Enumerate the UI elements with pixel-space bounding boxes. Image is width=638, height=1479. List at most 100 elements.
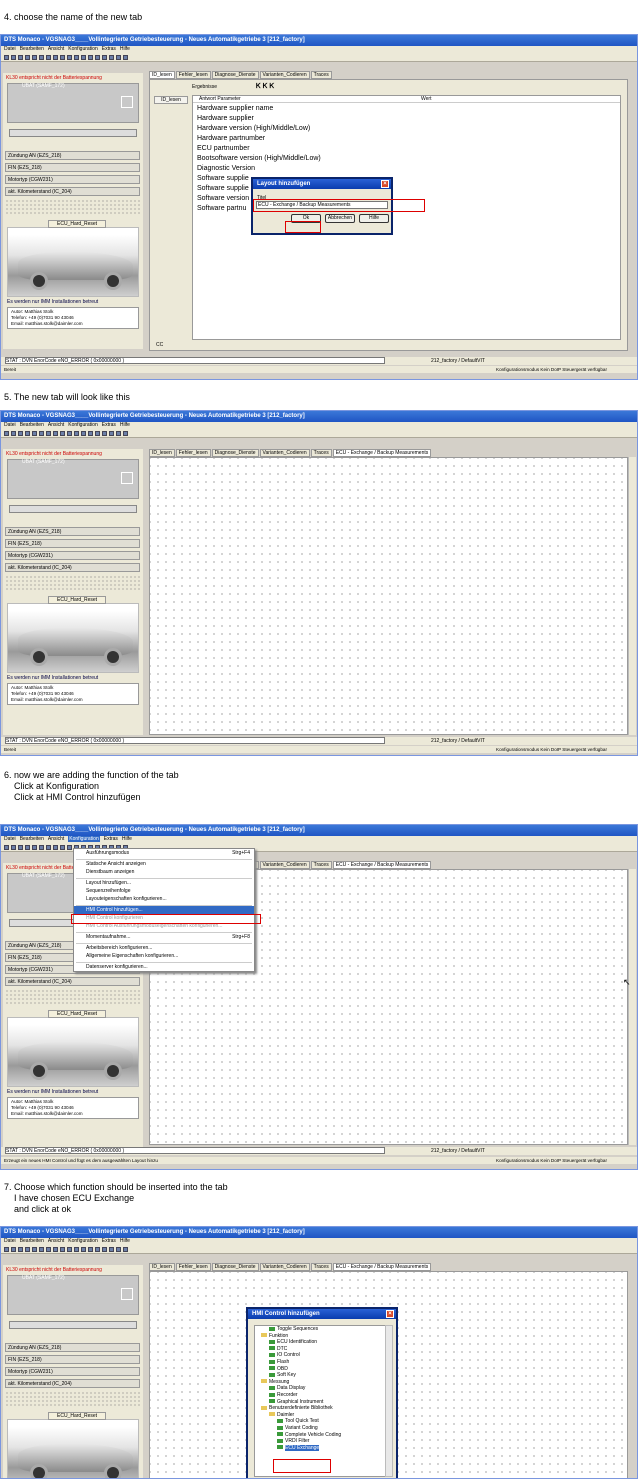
menu-konfiguration[interactable]: Konfiguration	[68, 422, 97, 428]
menu-bearbeiten[interactable]: Bearbeiten	[20, 1238, 44, 1244]
vertical-scrollbar[interactable]	[628, 457, 636, 735]
menu-item[interactable]: Allgemeine Eigenschaften konfigurieren..…	[74, 952, 254, 960]
tab-varianten-codieren[interactable]: Varianten_Codieren	[259, 1263, 310, 1271]
window-title: DTS Monaco - VGSNAG3____Vollintegrierte …	[1, 411, 637, 422]
tab-diagnose-dienste[interactable]: Diagnose_Dienste	[211, 71, 259, 79]
tab-traces[interactable]: Traces	[310, 71, 332, 79]
cancel-button[interactable]: Abbrechen	[325, 214, 355, 223]
close-icon[interactable]: ×	[386, 1310, 394, 1318]
menu-item[interactable]: Layouteigenschaften konfigurieren...	[74, 895, 254, 903]
mileage-field: akt. Kilometerstand (IC_204)	[5, 187, 140, 196]
id-lesen-button[interactable]: ID_lesen	[154, 96, 188, 104]
tree-folder[interactable]: Benutzerdefinierte Bibliothek	[257, 1405, 385, 1412]
tree-scrollbar[interactable]	[385, 1325, 393, 1477]
menu-ansicht[interactable]: Ansicht	[48, 46, 64, 52]
status-combo[interactable]: STAT : DVN EnorCode eNO_ERROR ( 0x000000…	[5, 1147, 385, 1154]
menu-item[interactable]: HMI Control hinzufügen...	[74, 906, 254, 914]
tree-item[interactable]: Recorder	[257, 1392, 385, 1399]
tab-diagnose-dienste[interactable]: Diagnose_Dienste	[211, 449, 259, 457]
tab-strip: ID_lesenFehler_lesenDiagnose_DiensteVari…	[149, 1263, 432, 1271]
tree-item[interactable]: Variant Coding	[257, 1425, 385, 1432]
menu-hilfe[interactable]: Hilfe	[120, 422, 130, 428]
menu-datei[interactable]: Datei	[4, 422, 16, 428]
tab-traces[interactable]: Traces	[310, 1263, 332, 1271]
ecu-hard-reset-button[interactable]: ECU_Hard_Reset	[48, 1010, 107, 1018]
menu-item[interactable]: Layout hinzufügen...	[74, 879, 254, 887]
tab-ecu-exchange[interactable]: ECU - Exchange / Backup Measurements	[332, 861, 432, 869]
status-combo[interactable]: STAT : DVN EnorCode eNO_ERROR ( 0x000000…	[5, 737, 385, 744]
menu-ansicht[interactable]: Ansicht	[48, 1238, 64, 1244]
control-tree[interactable]: Toggle Sequences Funktion ECU Identificati…	[254, 1325, 386, 1477]
tab-varianten-codieren[interactable]: Varianten_Codieren	[259, 861, 310, 869]
tree-item[interactable]: Complete Vehicle Coding	[257, 1432, 385, 1439]
tree-item[interactable]: Data Display	[257, 1385, 385, 1392]
tree-label: VRDI Filter	[285, 1438, 310, 1445]
menu-datei[interactable]: Datei	[4, 1238, 16, 1244]
tree-item[interactable]: Flash	[257, 1359, 385, 1366]
tree-item[interactable]: Graphical Instrument	[257, 1399, 385, 1406]
tab-fehler-lesen[interactable]: Fehler_lesen	[175, 71, 211, 79]
ecu-hard-reset-button[interactable]: ECU_Hard_Reset	[48, 596, 107, 604]
tree-folder[interactable]: Messung	[257, 1379, 385, 1386]
menu-item[interactable]: Statische Ansicht anzeigen	[74, 860, 254, 868]
menu-bearbeiten[interactable]: Bearbeiten	[20, 46, 44, 52]
menu-hilfe[interactable]: Hilfe	[120, 46, 130, 52]
menu-konfiguration[interactable]: Konfiguration	[68, 836, 100, 842]
menu-ansicht[interactable]: Ansicht	[48, 836, 64, 842]
menu-item[interactable]: Datenserver konfigurieren...	[74, 963, 254, 971]
menu-hilfe[interactable]: Hilfe	[120, 1238, 130, 1244]
tree-item[interactable]: Soft Key	[257, 1372, 385, 1379]
tab-traces[interactable]: Traces	[310, 449, 332, 457]
menu-extras[interactable]: Extras	[104, 836, 118, 842]
tree-label: OBD	[277, 1365, 288, 1372]
tree-item[interactable]: OBD	[257, 1366, 385, 1373]
status-combo[interactable]: STAT : DVN EnorCode eNO_ERROR ( 0x000000…	[5, 357, 385, 364]
tree-item[interactable]: ECU Identification	[257, 1339, 385, 1346]
tree-item[interactable]: Tool Quick Test	[257, 1418, 385, 1425]
tree-folder[interactable]: Daimler	[257, 1412, 385, 1419]
menu-item[interactable]: Sequenzreihenfolge	[74, 887, 254, 895]
tab-ecu-exchange[interactable]: ECU - Exchange / Backup Measurements	[332, 449, 432, 457]
menu-konfiguration[interactable]: Konfiguration	[68, 1238, 97, 1244]
ecu-hard-reset-button[interactable]: ECU_Hard_Reset	[48, 1412, 107, 1420]
menu-datei[interactable]: Datei	[4, 46, 16, 52]
menu-extras[interactable]: Extras	[102, 1238, 116, 1244]
menu-extras[interactable]: Extras	[102, 422, 116, 428]
menu-item[interactable]: Dienstbaum anzeigen	[74, 868, 254, 876]
tab-varianten-codieren[interactable]: Varianten_Codieren	[259, 449, 310, 457]
help-button[interactable]: Hilfe	[359, 214, 389, 223]
tab-ecu-exchange[interactable]: ECU - Exchange / Backup Measurements	[332, 1263, 432, 1271]
tab-fehler-lesen[interactable]: Fehler_lesen	[175, 1263, 211, 1271]
vertical-scrollbar[interactable]	[628, 869, 636, 1145]
tab-id-lesen[interactable]: ID_lesen	[149, 71, 175, 79]
tree-item[interactable]: Toggle Sequences	[257, 1326, 385, 1333]
tree-folder[interactable]: Funktion	[257, 1333, 385, 1340]
menu-datei[interactable]: Datei	[4, 836, 16, 842]
ecu-hard-reset-button[interactable]: ECU_Hard_Reset	[48, 220, 107, 228]
menu-ansicht[interactable]: Ansicht	[48, 422, 64, 428]
close-icon[interactable]: ×	[381, 180, 389, 188]
tab-id-lesen[interactable]: ID_lesen	[149, 1263, 175, 1271]
menu-item[interactable]: Momentaufnahme... Strg+F8	[74, 933, 254, 941]
tab-traces[interactable]: Traces	[310, 861, 332, 869]
tree-item[interactable]: ECU Exchange	[257, 1444, 385, 1452]
tree-item[interactable]: DTC	[257, 1346, 385, 1353]
menu-item[interactable]: Arbeitsbereich konfigurieren...	[74, 944, 254, 952]
menu-bearbeiten[interactable]: Bearbeiten	[20, 422, 44, 428]
tree-item[interactable]: IO Control	[257, 1352, 385, 1359]
menu-item-label: Layout hinzufügen...	[86, 880, 132, 886]
tab-varianten-codieren[interactable]: Varianten_Codieren	[259, 71, 310, 79]
menu-bearbeiten[interactable]: Bearbeiten	[20, 836, 44, 842]
menu-konfiguration[interactable]: Konfiguration	[68, 46, 97, 52]
tab-id-lesen[interactable]: ID_lesen	[149, 449, 175, 457]
menu-hilfe[interactable]: Hilfe	[122, 836, 132, 842]
layout-canvas[interactable]	[149, 457, 628, 735]
email-line: Email: matthias.stolk@daimler.com	[11, 321, 83, 326]
control-icon	[269, 1392, 275, 1397]
menu-extras[interactable]: Extras	[102, 46, 116, 52]
tree-item[interactable]: VRDI Filter	[257, 1438, 385, 1445]
tab-diagnose-dienste[interactable]: Diagnose_Dienste	[211, 1263, 259, 1271]
tab-fehler-lesen[interactable]: Fehler_lesen	[175, 449, 211, 457]
menu-item[interactable]: Ausführungsmodus Strg+F4	[74, 849, 254, 857]
footer-right: Konfigurationsmodus Kein DoIP Steuergerä…	[496, 747, 607, 752]
